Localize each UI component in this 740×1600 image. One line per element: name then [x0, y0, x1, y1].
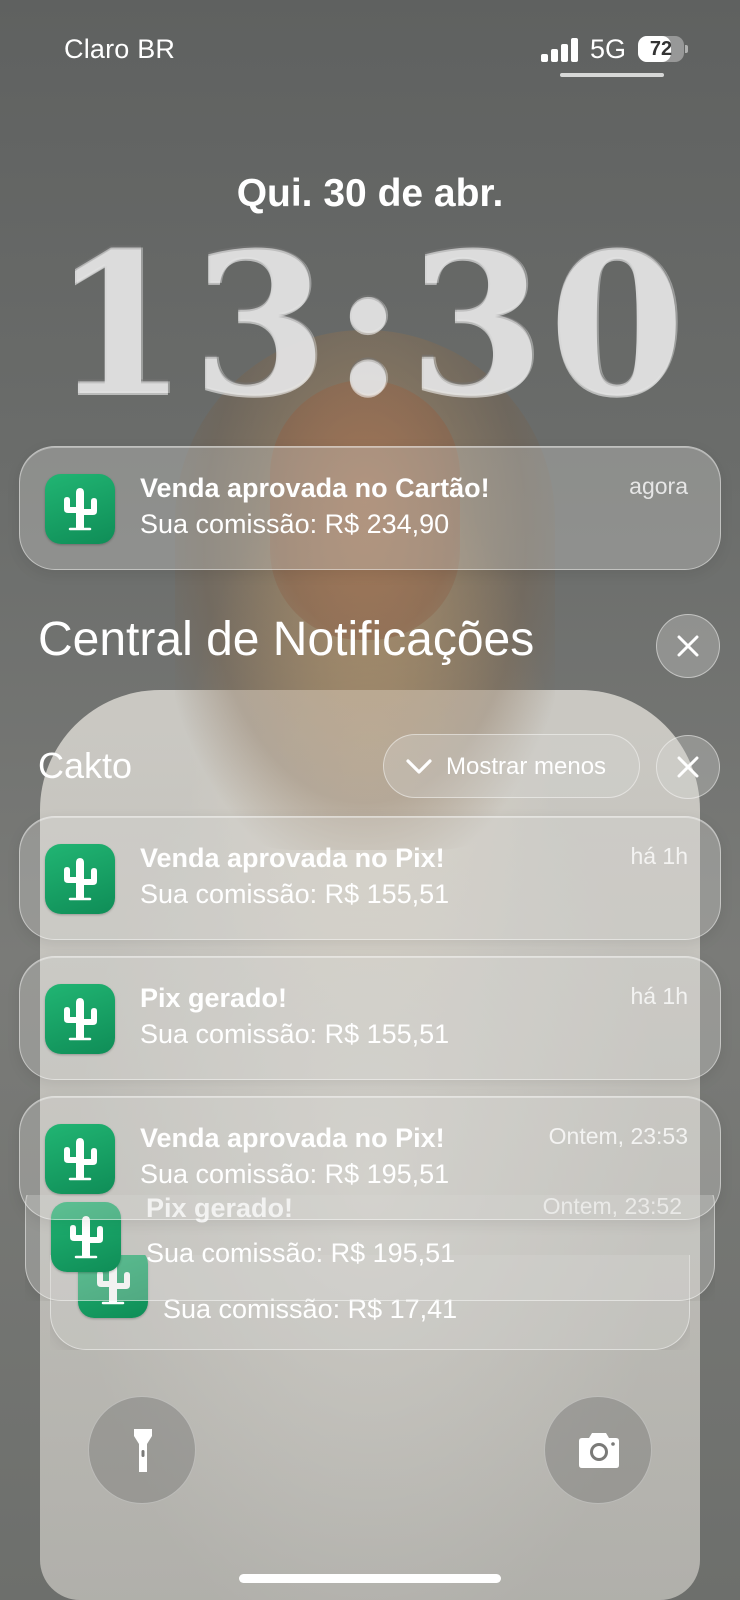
- lock-clock: 13:30: [51, 210, 689, 440]
- notification-time: há 1h: [630, 843, 688, 869]
- camera-icon: [579, 1433, 619, 1468]
- clear-notification-center-button[interactable]: [656, 614, 720, 678]
- notification-body: Sua comissão: R$ 195,51: [140, 1159, 450, 1189]
- close-icon: [677, 756, 699, 778]
- list-item[interactable]: Venda aprovada no Pix! Sua comissão: R$ …: [19, 1096, 721, 1220]
- cactus-icon: [45, 984, 115, 1054]
- control-center-indicator[interactable]: [560, 73, 664, 77]
- notification-body: Sua comissão: R$ 155,51: [140, 879, 450, 909]
- carrier-name: Claro BR: [64, 34, 176, 64]
- show-less-button[interactable]: Mostrar menos: [383, 734, 640, 798]
- home-indicator[interactable]: [239, 1574, 501, 1583]
- list-item[interactable]: Venda aprovada no Pix! Sua comissão: R$ …: [19, 816, 721, 940]
- notification-time: há 1h: [630, 983, 688, 1009]
- flashlight-icon: [134, 1429, 152, 1472]
- clear-group-button[interactable]: [656, 735, 720, 799]
- battery-icon: 72: [638, 36, 688, 62]
- group-app-name: Cakto: [38, 745, 133, 786]
- notification-body: Sua comissão: R$ 195,51: [146, 1238, 456, 1268]
- notification-body: Sua comissão: R$ 155,51: [140, 1019, 450, 1049]
- list-item[interactable]: Pix gerado! Sua comissão: R$ 155,51 há 1…: [19, 956, 721, 1080]
- battery-nub: [685, 45, 688, 53]
- close-icon: [677, 635, 699, 657]
- notification-body: Sua comissão: R$ 234,90: [140, 509, 450, 539]
- chevron-down-icon: [406, 759, 432, 774]
- notification-center-title: Central de Notificações: [38, 613, 535, 666]
- notification-top[interactable]: Venda aprovada no Cartão! Sua comissão: …: [19, 446, 721, 570]
- notification-title: Venda aprovada no Cartão!: [140, 473, 490, 503]
- notification-title: Venda aprovada no Pix!: [140, 1123, 445, 1153]
- notification-time: Ontem, 23:53: [548, 1123, 688, 1149]
- status-bar: Claro BR 5G 72: [0, 0, 740, 90]
- notification-title: Pix gerado!: [140, 983, 288, 1013]
- notification-time: agora: [629, 473, 688, 499]
- notification-title: Venda aprovada no Pix!: [140, 843, 445, 873]
- network-type: 5G: [590, 34, 627, 64]
- battery-percent: 72: [649, 38, 673, 60]
- cactus-icon: [45, 844, 115, 914]
- flashlight-button[interactable]: [88, 1396, 196, 1504]
- show-less-label: Mostrar menos: [446, 753, 607, 780]
- camera-button[interactable]: [544, 1396, 652, 1504]
- cactus-icon: [45, 1124, 115, 1194]
- cactus-icon: [45, 474, 115, 544]
- cellular-signal-icon: [541, 38, 579, 62]
